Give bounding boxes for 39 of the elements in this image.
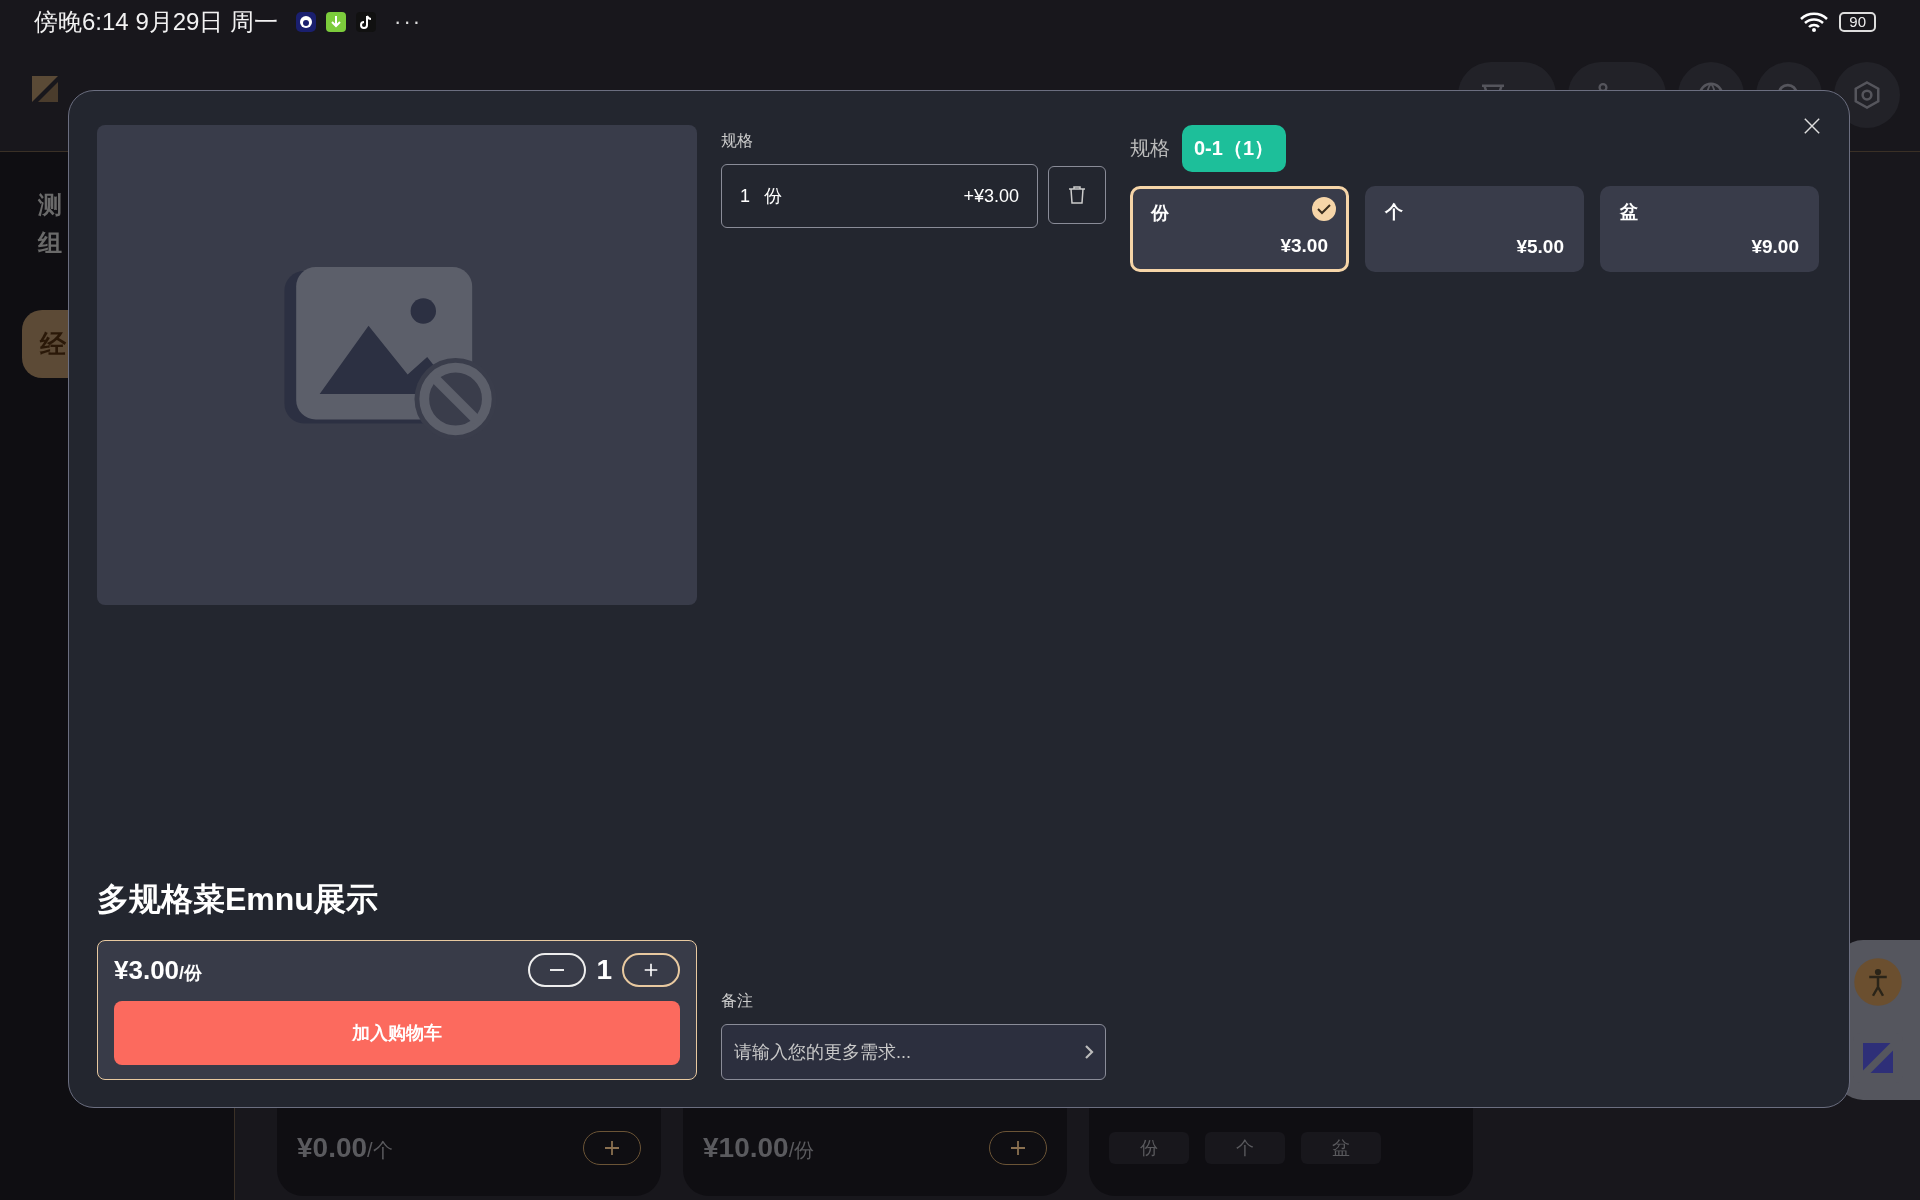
app-notification-icon [296, 12, 317, 32]
decrease-button[interactable] [528, 953, 587, 987]
spec-quantity: 1 [740, 185, 750, 207]
plus-icon [602, 1138, 622, 1158]
notes-field[interactable]: 请输入您的更多需求... [721, 1024, 1106, 1080]
spec-chip[interactable]: 个 [1205, 1132, 1285, 1164]
download-icon [326, 12, 347, 32]
settings-icon[interactable] [1852, 80, 1882, 110]
wifi-icon [1799, 11, 1830, 33]
spec-unit: 份 [764, 185, 782, 208]
option-card[interactable]: 份 ¥3.00 [1130, 186, 1349, 272]
more-indicator: ··· [394, 9, 423, 35]
notes-label: 备注 [721, 991, 754, 1011]
card-price: ¥10.00/份 [703, 1132, 816, 1164]
minus-icon [549, 969, 566, 971]
card-price: ¥0.00/个 [297, 1132, 394, 1164]
quantity: 1 [596, 954, 612, 986]
increase-button[interactable] [622, 953, 680, 987]
brand-logo-icon [30, 74, 60, 104]
spec-chip[interactable]: 份 [1109, 1132, 1189, 1164]
status-time: 傍晚6:14 9月29日 周一 [34, 7, 279, 37]
spec-price: +¥3.00 [963, 185, 1019, 207]
plus-icon [642, 961, 660, 979]
battery-indicator: 90 [1839, 12, 1876, 32]
accessibility-icon[interactable] [1852, 957, 1903, 1007]
dish-price: ¥3.00/份 [114, 954, 203, 986]
option-card[interactable]: 个 ¥5.00 [1365, 186, 1584, 272]
dish-title: 多规格菜Emnu展示 [97, 880, 379, 919]
check-icon [1312, 197, 1336, 221]
add-to-cart-button[interactable]: 加入购物车 [114, 1001, 680, 1065]
chevron-right-icon [1084, 1044, 1094, 1060]
plus-icon [1008, 1138, 1028, 1158]
option-card[interactable]: 盆 ¥9.00 [1600, 186, 1819, 272]
music-note-icon [356, 12, 377, 32]
options-label: 规格 [1130, 136, 1170, 161]
spec-label: 规格 [721, 131, 754, 151]
selection-badge: 0-1（1） [1182, 125, 1287, 172]
spec-chip[interactable]: 盆 [1301, 1132, 1381, 1164]
delete-button[interactable] [1048, 166, 1106, 224]
